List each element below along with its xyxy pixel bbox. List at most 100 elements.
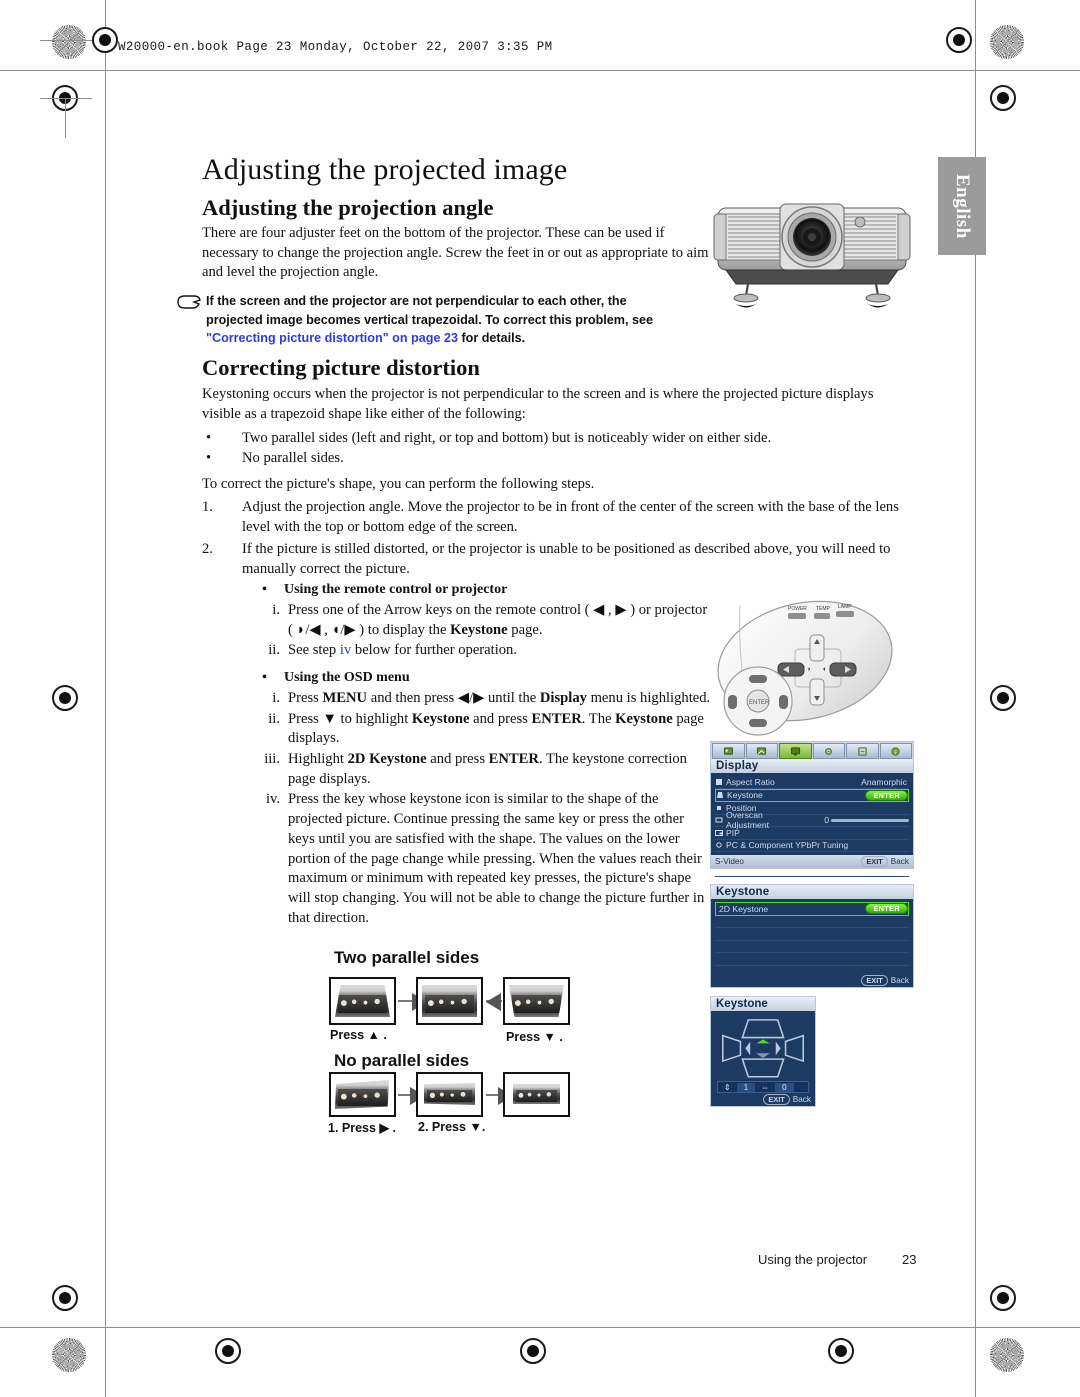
t-c: . The [581,710,616,727]
paragraph-keystoning-intro: Keystoning occurs when the projector is … [202,386,874,422]
osd-row-value: 0 [824,815,829,826]
osd-menu-heading-label: Using the OSD menu [284,670,410,685]
registration-target-bottom-right [828,1338,854,1364]
osd-row-pip[interactable]: PIP [715,827,909,840]
exit-badge[interactable]: EXIT [861,856,888,867]
pointing-hand-icon [176,292,204,348]
osd-exit-group[interactable]: EXIT Back [861,856,909,867]
arrow-down-icon: ▼ [469,1120,482,1134]
step-number: 1. [202,499,213,515]
enter-badge[interactable]: ENTER [865,789,908,801]
osd-tab-system-setup-advanced[interactable] [846,743,879,759]
arrow-up-indicator [756,1039,770,1044]
osd-tab-system-setup-basic[interactable] [812,743,845,759]
substep-number: i. [272,690,280,706]
bullet-marker: • [262,582,267,597]
step-cross-reference-link[interactable]: iv [340,642,351,658]
registration-target-right-mid [990,685,1016,711]
substep-text: Press one of the Arrow keys on the remot… [288,601,712,640]
list-item: • No parallel sides. [202,448,902,468]
photo-no-parallel-3 [503,1072,570,1117]
overscan-icon [715,816,726,824]
osd-tab-picture-basic[interactable] [712,743,745,759]
vertical-keystone-value: 1 [736,1082,756,1092]
osd-menu-heading: • Using the OSD menu [262,670,712,686]
keystone-trapezoid-bottom [741,1058,785,1078]
osd-display-title: Display [711,759,913,773]
keystone-page-footer: EXIT Back [711,1093,815,1106]
keyword-enter: ENTER [488,751,539,768]
keystone-correction-page[interactable]: Keystone ⇕ 1 ⇔ 0 EXIT Back [710,996,816,1107]
enter-badge[interactable]: ENTER [865,903,908,915]
photo-image [509,985,564,1017]
osd-row-keystone[interactable]: Keystone ENTER [715,788,909,802]
photo-image [513,1084,560,1104]
bullet-marker: • [206,430,212,446]
keyword-keystone-2: Keystone [615,710,673,727]
arrow-down-indicator [756,1053,770,1059]
osd-row-overscan-adjustment[interactable]: Overscan Adjustment 0 [715,810,909,830]
svg-text:POWER: POWER [788,606,807,612]
substep-text-b: below for further operation. [351,642,517,659]
osd-row-ypbpr-tuning[interactable]: PC & Component YPbPr Tuning [715,840,909,852]
t-a: Highlight [288,751,348,768]
press-up-period: . [379,1028,387,1042]
osd-row-label: PC & Component YPbPr Tuning [726,840,849,851]
photo-no-parallel-2 [416,1072,483,1117]
reg-tick-c [65,98,66,138]
substep-number: ii. [268,710,280,727]
list-item: • Two parallel sides (left and right, or… [202,428,902,448]
reg-tick-a [40,40,92,41]
osd-source-label: S-Video [715,857,744,866]
list-item: i. Press MENU and then press ◀/▶ until t… [262,689,712,709]
osd-row-label: Aspect Ratio [726,776,775,787]
osd-display-footer: S-Video EXIT Back [711,855,913,868]
vertical-keystone-icon: ⇕ [724,1082,731,1092]
substep-text-a: See step [288,642,340,659]
osd-row-label: 2D Keystone [719,903,769,914]
svg-text:ENTER: ENTER [749,700,770,706]
osd-row-aspect-ratio[interactable]: Aspect Ratio Anamorphic [715,776,909,789]
osd-tab-information[interactable]: i [879,743,912,759]
svg-text:i: i [895,750,896,756]
osd-display-rows: Aspect Ratio Anamorphic Keystone ENTER P… [711,773,913,890]
distortion-bullet-list: • Two parallel sides (left and right, or… [202,428,902,468]
note-link[interactable]: "Correcting picture distortion" on page … [206,331,458,345]
heading-projection-angle: Adjusting the projection angle [202,195,494,220]
substep-number: i. [272,602,280,618]
t-c: menu is highlighted. [586,690,711,706]
aspect-ratio-icon [715,778,726,786]
osd-keystone-rows: 2D Keystone ENTER [711,899,913,978]
keyword-2d-keystone: 2D Keystone [347,751,427,768]
registration-target-top-right [946,27,972,53]
bullet-text: No parallel sides. [242,450,344,467]
keystone-trapezoid-right [784,1034,804,1063]
osd-tab-picture-advanced[interactable] [745,743,778,759]
list-item: iv. Press the key whose keystone icon is… [262,790,712,928]
osd-tab-display[interactable] [779,743,812,759]
osd-back-label: Back [890,976,909,985]
osd-back-label: Back [890,857,909,866]
bullet-text: Two parallel sides (left and right, or t… [242,430,772,446]
keyword-keystone: Keystone [411,710,470,727]
pip-icon [715,829,726,837]
no-parallel-sides-title: No parallel sides [334,1051,470,1070]
osd-row-2d-keystone[interactable]: 2D Keystone ENTER [715,902,909,916]
press-up-label: Press ▲ . [330,1028,387,1042]
registration-target-left-mid [52,685,78,711]
rosette-mark-bottom-left [52,1338,86,1372]
photo-image [335,985,390,1017]
arrow-up-icon: ▲ [367,1028,380,1042]
language-tab-label: English [952,173,973,239]
exit-badge[interactable]: EXIT [763,1094,790,1105]
crop-line-left [105,0,106,1397]
osd-display-panel[interactable]: i Display Aspect Ratio Anamorphic Keysto… [710,741,914,890]
keyword-menu: MENU [322,690,368,706]
press-right-text: 1. Press [328,1121,380,1135]
press-down-text: Press [506,1030,544,1044]
exit-badge[interactable]: EXIT [861,975,888,986]
keystone-icon [716,791,727,799]
osd-keystone-panel[interactable]: Keystone 2D Keystone ENTER EXIT Back [710,884,914,988]
osd-tab-bar[interactable]: i [711,742,913,759]
overscan-slider[interactable] [831,818,909,822]
